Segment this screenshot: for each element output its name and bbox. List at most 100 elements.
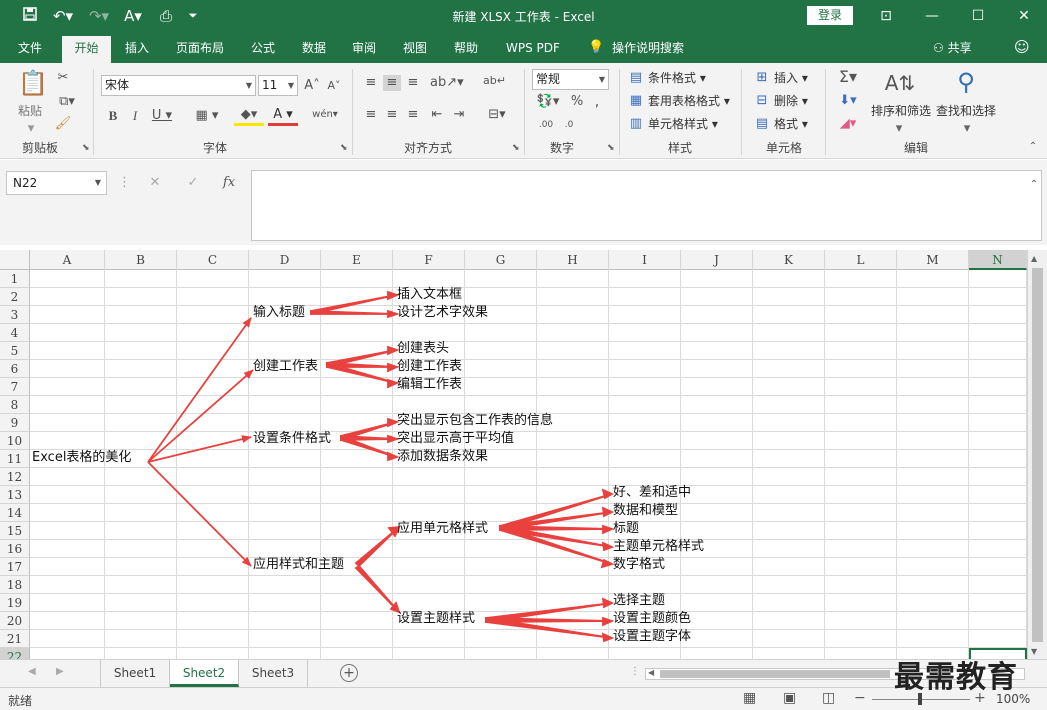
format-painter-icon[interactable]: 🖌: [54, 116, 72, 132]
tab-split-handle-icon[interactable]: ⋮: [630, 666, 640, 677]
divider: [352, 69, 353, 155]
clipboard-launcher-icon[interactable]: ⬊: [82, 143, 90, 153]
scroll-left-icon[interactable]: ◀: [648, 668, 654, 677]
tab-review[interactable]: 审阅: [352, 39, 376, 63]
zoom-out-icon[interactable]: −: [854, 690, 866, 706]
sort-filter-button[interactable]: 排序和筛选: [871, 103, 931, 119]
number-launcher-icon[interactable]: ⬊: [607, 143, 615, 153]
sheet-tab-2[interactable]: Sheet2: [170, 660, 239, 687]
scroll-up-icon[interactable]: ▲: [1031, 254, 1037, 263]
tab-insert[interactable]: 插入: [125, 39, 149, 63]
prev-sheet-icon[interactable]: ◀: [28, 666, 36, 677]
share-button[interactable]: ⚇ 共享: [933, 39, 972, 63]
fill-color-icon[interactable]: ◆▾: [234, 107, 264, 126]
sheet-tab-3[interactable]: Sheet3: [239, 660, 308, 687]
align-top-icon[interactable]: ≡: [362, 75, 380, 91]
page-break-view-icon[interactable]: ◫: [822, 690, 835, 706]
number-format-select[interactable]: 常规 ▼: [532, 69, 609, 90]
next-sheet-icon[interactable]: ▶: [56, 666, 64, 677]
tab-page-layout[interactable]: 页面布局: [176, 39, 224, 63]
worksheet-grid[interactable]: ABCDEFGHIJKLMN 1 2 3 4 5 6 7 8 9 10 11 12 13 14 15 16 17…: [0, 250, 1047, 659]
maximize-icon[interactable]: ☐: [963, 5, 993, 27]
collapse-formula-bar-icon[interactable]: ⌃: [1028, 177, 1040, 193]
increase-indent-icon[interactable]: ⇥: [450, 107, 468, 123]
underline-icon[interactable]: U ▾: [149, 108, 175, 124]
align-left-icon[interactable]: ≡: [362, 107, 380, 123]
decrease-font-icon[interactable]: A˅: [325, 78, 343, 94]
tell-me-search[interactable]: 操作说明搜索: [612, 39, 684, 63]
paste-button[interactable]: 粘贴: [18, 103, 42, 119]
chevron-down-icon: ▼: [94, 178, 101, 187]
formula-input[interactable]: [251, 170, 1042, 241]
conditional-format-button[interactable]: 条件格式 ▾: [648, 70, 706, 86]
tab-help[interactable]: 帮助: [454, 39, 478, 63]
name-box[interactable]: N22 ▼: [6, 171, 107, 195]
chevron-down-icon: ▾: [895, 121, 903, 136]
editing-group-label: 编辑: [903, 141, 928, 155]
add-sheet-icon[interactable]: +: [340, 664, 358, 682]
paste-icon[interactable]: 📋: [18, 69, 48, 97]
fill-icon[interactable]: ⬇▾: [834, 93, 862, 109]
font-size-value: 11: [262, 78, 278, 92]
format-cells-button[interactable]: 格式 ▾: [774, 116, 808, 132]
copy-icon[interactable]: ⧉▾: [54, 94, 80, 110]
mindmap-node: 设置主题样式: [397, 611, 476, 626]
page-layout-view-icon[interactable]: ▣: [783, 690, 796, 706]
increase-font-icon[interactable]: A˄: [303, 78, 321, 94]
bold-icon[interactable]: B: [106, 108, 120, 124]
normal-view-icon[interactable]: ▦: [743, 690, 756, 706]
orientation-icon[interactable]: ab↗▾: [430, 75, 464, 91]
login-button[interactable]: 登录: [807, 6, 853, 25]
tab-home[interactable]: 开始: [62, 36, 111, 63]
align-bottom-icon[interactable]: ≡: [404, 75, 422, 91]
align-center-icon[interactable]: ≡: [383, 107, 401, 123]
accounting-format-icon[interactable]: 💱▾: [533, 94, 563, 110]
smiley-feedback-icon[interactable]: ☺: [1014, 38, 1030, 62]
align-right-icon[interactable]: ≡: [404, 107, 422, 123]
wrap-text-icon[interactable]: ab↵: [483, 73, 506, 89]
align-middle-icon[interactable]: ≡: [383, 75, 401, 91]
increase-decimal-icon[interactable]: .00: [535, 117, 557, 133]
tab-data[interactable]: 数据: [302, 39, 326, 63]
insert-function-icon[interactable]: fx: [220, 175, 238, 191]
borders-icon[interactable]: ▦ ▾: [192, 108, 222, 124]
mindmap-leaf: 数据和模型: [613, 503, 679, 518]
comma-style-icon[interactable]: ,: [590, 94, 604, 110]
alignment-launcher-icon[interactable]: ⬊: [512, 143, 520, 153]
cut-icon[interactable]: ✂: [54, 70, 72, 86]
scroll-thumb[interactable]: [1032, 268, 1043, 642]
tab-formulas[interactable]: 公式: [251, 39, 275, 63]
find-select-button[interactable]: 查找和选择: [936, 103, 996, 119]
clear-icon[interactable]: ◢▾: [834, 116, 862, 132]
confirm-entry-icon: ✓: [187, 175, 199, 190]
scroll-down-icon[interactable]: ▼: [1031, 647, 1037, 656]
scroll-thumb[interactable]: [660, 670, 890, 678]
cancel-entry-icon: ✕: [149, 175, 161, 190]
font-size-select[interactable]: 11 ▼: [258, 75, 298, 96]
autosum-icon[interactable]: Σ▾: [834, 69, 862, 85]
tab-view[interactable]: 视图: [403, 39, 427, 63]
percent-icon[interactable]: %: [568, 94, 586, 110]
font-color-icon[interactable]: A ▾: [268, 107, 298, 126]
tab-wps-pdf[interactable]: WPS PDF: [506, 39, 560, 63]
tab-file[interactable]: 文件: [18, 39, 42, 63]
format-as-table-button[interactable]: 套用表格格式 ▾: [648, 93, 730, 109]
font-name-select[interactable]: 宋体 ▼: [101, 75, 256, 96]
cell-styles-button[interactable]: 单元格样式 ▾: [648, 116, 718, 132]
ribbon-display-icon[interactable]: ⊡: [871, 5, 901, 27]
collapse-ribbon-icon[interactable]: ⌃: [1026, 139, 1040, 155]
sheet-tab-1[interactable]: Sheet1: [101, 660, 170, 687]
italic-icon[interactable]: I: [128, 108, 142, 124]
insert-cells-button[interactable]: 插入 ▾: [774, 70, 808, 86]
vertical-scrollbar[interactable]: ▲ ▼: [1027, 250, 1047, 659]
decrease-decimal-icon[interactable]: .0: [558, 117, 580, 133]
merge-center-icon[interactable]: ⊟▾: [482, 107, 512, 123]
decrease-indent-icon[interactable]: ⇤: [428, 107, 446, 123]
mindmap-node: 创建工作表: [253, 359, 319, 374]
delete-cells-button[interactable]: 删除 ▾: [774, 93, 808, 109]
paste-dropdown-icon[interactable]: ▾: [24, 121, 38, 137]
minimize-icon[interactable]: —: [917, 5, 947, 27]
close-icon[interactable]: ✕: [1009, 5, 1039, 27]
phonetic-icon[interactable]: wén▾: [310, 107, 340, 123]
font-launcher-icon[interactable]: ⬊: [340, 143, 348, 153]
